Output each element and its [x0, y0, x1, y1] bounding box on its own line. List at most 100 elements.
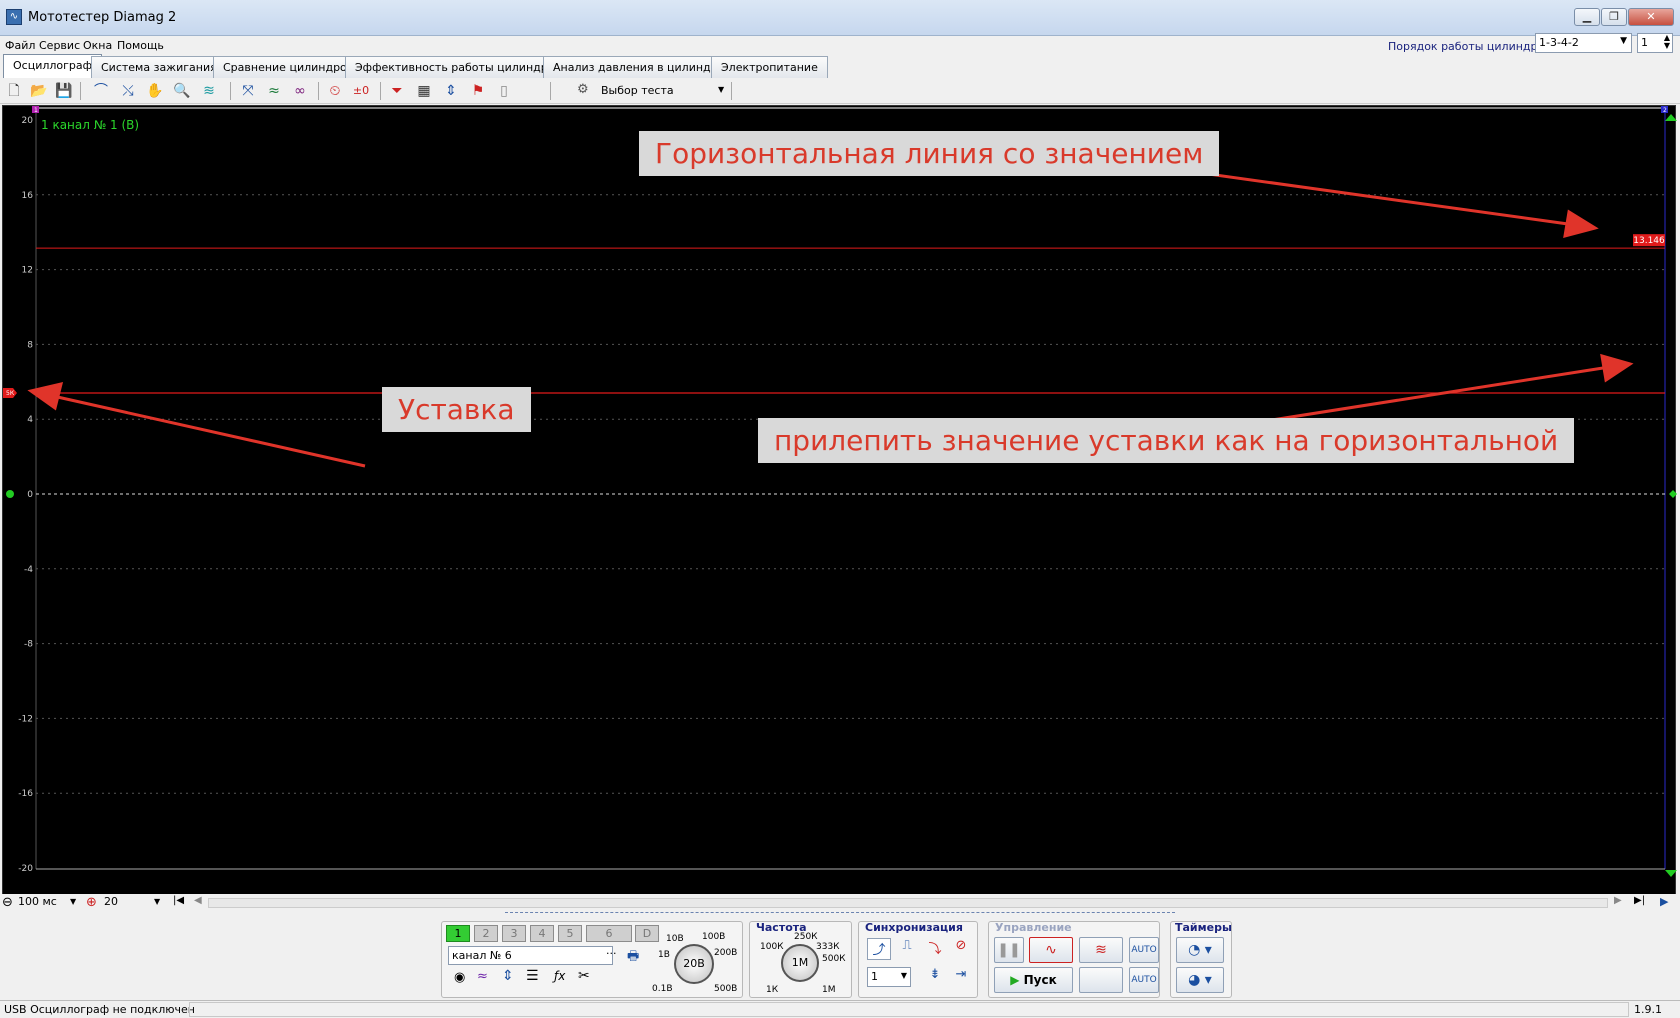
restore-button[interactable]: ❐ — [1601, 8, 1627, 26]
start-button[interactable]: ▶ Пуск — [994, 967, 1073, 993]
tools-icon[interactable]: ✂ — [578, 968, 590, 984]
signal-overlay-icon[interactable]: ∞ — [289, 81, 311, 101]
frequency-knob[interactable]: 1М — [781, 944, 819, 982]
sync-falling-icon[interactable]: ⤵ — [923, 938, 947, 960]
eye-icon[interactable]: ◉ — [454, 970, 465, 985]
signal-zigzag-icon[interactable]: ≈ — [477, 969, 488, 984]
voltage-knob[interactable]: 20В — [674, 944, 714, 984]
signal-wave-icon[interactable]: ≈ — [263, 81, 285, 101]
document-icon[interactable]: ▯ — [493, 81, 515, 101]
stack-signal-icon[interactable]: ≋ — [198, 81, 220, 101]
zoom-select[interactable]: 20 ▼ — [104, 895, 164, 911]
panel-splitter[interactable] — [505, 912, 1175, 915]
menu-file[interactable]: Файл — [5, 39, 35, 52]
sync-rising-icon[interactable]: ⤴ — [867, 938, 891, 960]
tab-cylinder-efficiency[interactable]: Эффективность работы цилиндров — [345, 56, 571, 78]
cursor-measure-icon[interactable]: ⤯ — [117, 81, 139, 101]
scroll-up-marker[interactable] — [1665, 114, 1677, 121]
channel-button-4[interactable]: 4 — [530, 925, 554, 942]
knob-label: 10В — [666, 934, 684, 944]
sync-title: Синхронизация — [865, 921, 963, 934]
oscilloscope-display[interactable]: 20 16 12 8 4 0 -4 -8 -12 -16 -20 1 2 5К 13.146 1 к… — [2, 105, 1677, 895]
tab-oscilloscope[interactable]: Осциллограф — [3, 54, 103, 78]
flag-icon[interactable]: ⚑ — [467, 81, 489, 101]
zero-offset-icon[interactable]: ±0 — [350, 81, 372, 101]
y-tick-label: -4 — [24, 565, 33, 575]
menu-windows[interactable]: Окна — [83, 39, 112, 52]
knob-label: 333К — [816, 942, 840, 952]
record-button[interactable] — [1079, 967, 1123, 993]
hand-pan-icon[interactable]: ✋ — [144, 81, 166, 101]
timer-2-icon[interactable]: ◕ ▾ — [1176, 967, 1224, 993]
tab-ignition-system[interactable]: Система зажигания — [91, 56, 227, 78]
gear-icon: ⚙ — [577, 82, 589, 97]
zero-marker-left[interactable] — [6, 490, 14, 498]
zoom-out-icon[interactable]: ⊖ — [2, 895, 13, 910]
chevron-down-icon: ▼ — [900, 971, 907, 980]
signal-center-icon[interactable]: ⤧ — [237, 81, 259, 101]
go-end-icon[interactable]: ▶| — [1634, 895, 1645, 906]
tab-cylinder-pressure[interactable]: Анализ давления в цилиндре — [543, 56, 735, 78]
auto-run-icon[interactable]: AUTO — [1129, 967, 1159, 993]
filter-icon[interactable]: ⏷ — [386, 81, 408, 101]
spinner-arrows-icon: ▲ ▼ — [1663, 33, 1670, 50]
channel-name-field[interactable]: канал № 6 — [448, 946, 613, 965]
timer-1-icon[interactable]: ◔ ▾ — [1176, 937, 1224, 963]
zoom-icon[interactable]: 🔍 — [171, 81, 193, 101]
sync-off-icon[interactable]: ⊘ — [949, 938, 973, 960]
function-icon[interactable]: ƒx — [554, 969, 565, 983]
cursor-1-label: 1 — [34, 107, 38, 114]
minimize-button[interactable]: ▁ — [1574, 8, 1600, 26]
auto-scale-icon[interactable]: ⏲ — [324, 81, 346, 101]
noise-mode-icon[interactable]: ≋ — [1079, 937, 1123, 963]
go-start-icon[interactable]: |◀ — [173, 895, 184, 906]
sine-mode-icon[interactable]: ∿ — [1029, 937, 1073, 963]
channel-button-1[interactable]: 1 — [446, 925, 470, 942]
close-button[interactable]: ✕ — [1628, 8, 1674, 26]
timers-title: Таймеры — [1175, 921, 1232, 934]
scroll-down-marker[interactable] — [1665, 870, 1677, 877]
grid-table-icon[interactable]: ▦ — [413, 81, 435, 101]
auto-icon[interactable]: AUTO — [1129, 937, 1159, 963]
horizontal-scrollbar[interactable] — [208, 898, 1608, 908]
knob-label: 100К — [760, 942, 784, 952]
y-tick-label: 4 — [27, 415, 33, 425]
printer-icon[interactable]: 🖶 — [627, 947, 639, 969]
sync-level-icon[interactable]: ⇟ — [923, 967, 947, 989]
channel-button-D[interactable]: D — [635, 925, 659, 942]
test-select[interactable]: ⚙ Выбор теста ▼ — [575, 80, 730, 101]
y-tick-label: 20 — [22, 116, 34, 126]
zoom-in-icon[interactable]: ⊕ — [86, 895, 97, 910]
menu-help[interactable]: Помощь — [117, 39, 164, 52]
menu-service[interactable]: Сервис — [39, 39, 80, 52]
horizontal-line-icon[interactable]: ⇕ — [440, 81, 462, 101]
time-per-div-select[interactable]: 100 мс ▼ — [18, 895, 82, 911]
play-scroll-icon[interactable]: ▶ — [1660, 895, 1668, 908]
save-icon[interactable]: 💾 — [53, 81, 75, 101]
scroll-left-icon[interactable]: ◀ — [194, 895, 202, 906]
channel-button-6[interactable]: 6 — [586, 925, 632, 942]
cylinder-order-select[interactable]: 1-3-4-2 ▼ — [1535, 33, 1632, 53]
callout-horizontal-line: Горизонтальная линия со значением — [639, 131, 1220, 176]
sync-edge-icon[interactable]: ⎍ — [895, 938, 919, 960]
pause-icon[interactable]: ❚❚ — [994, 937, 1024, 963]
channel-button-2[interactable]: 2 — [474, 925, 498, 942]
new-file-icon[interactable]: 🗋 — [3, 81, 25, 101]
play-icon: ▶ — [1010, 973, 1020, 987]
timebase-bar: ⊖ 100 мс ▼ ⊕ 20 ▼ |◀ ◀ ▶ ▶| ▶ — [0, 894, 1680, 912]
cursor-vertical-icon[interactable]: ⌒ — [90, 81, 112, 101]
sync-center-icon[interactable]: ⇥ — [949, 967, 973, 989]
tab-cylinder-comparison[interactable]: Сравнение цилиндров — [213, 56, 364, 78]
version-label: 1.9.1 — [1634, 1003, 1662, 1016]
scroll-right-icon[interactable]: ▶ — [1614, 895, 1622, 906]
ellipsis-button[interactable]: ··· — [606, 947, 617, 960]
sync-channel-select[interactable]: 1 ▼ — [867, 967, 911, 987]
vertical-move-icon[interactable]: ⇕ — [502, 968, 514, 984]
lines-icon[interactable]: ☰ — [526, 968, 539, 984]
tab-power-supply[interactable]: Электропитание — [711, 56, 828, 78]
channel-button-5[interactable]: 5 — [558, 925, 582, 942]
channel-button-3[interactable]: 3 — [502, 925, 526, 942]
cylinder-count-spinner[interactable]: 1 ▲ ▼ — [1637, 33, 1673, 53]
zero-marker-right[interactable] — [1669, 490, 1677, 498]
open-folder-icon[interactable]: 📂 — [28, 81, 50, 101]
